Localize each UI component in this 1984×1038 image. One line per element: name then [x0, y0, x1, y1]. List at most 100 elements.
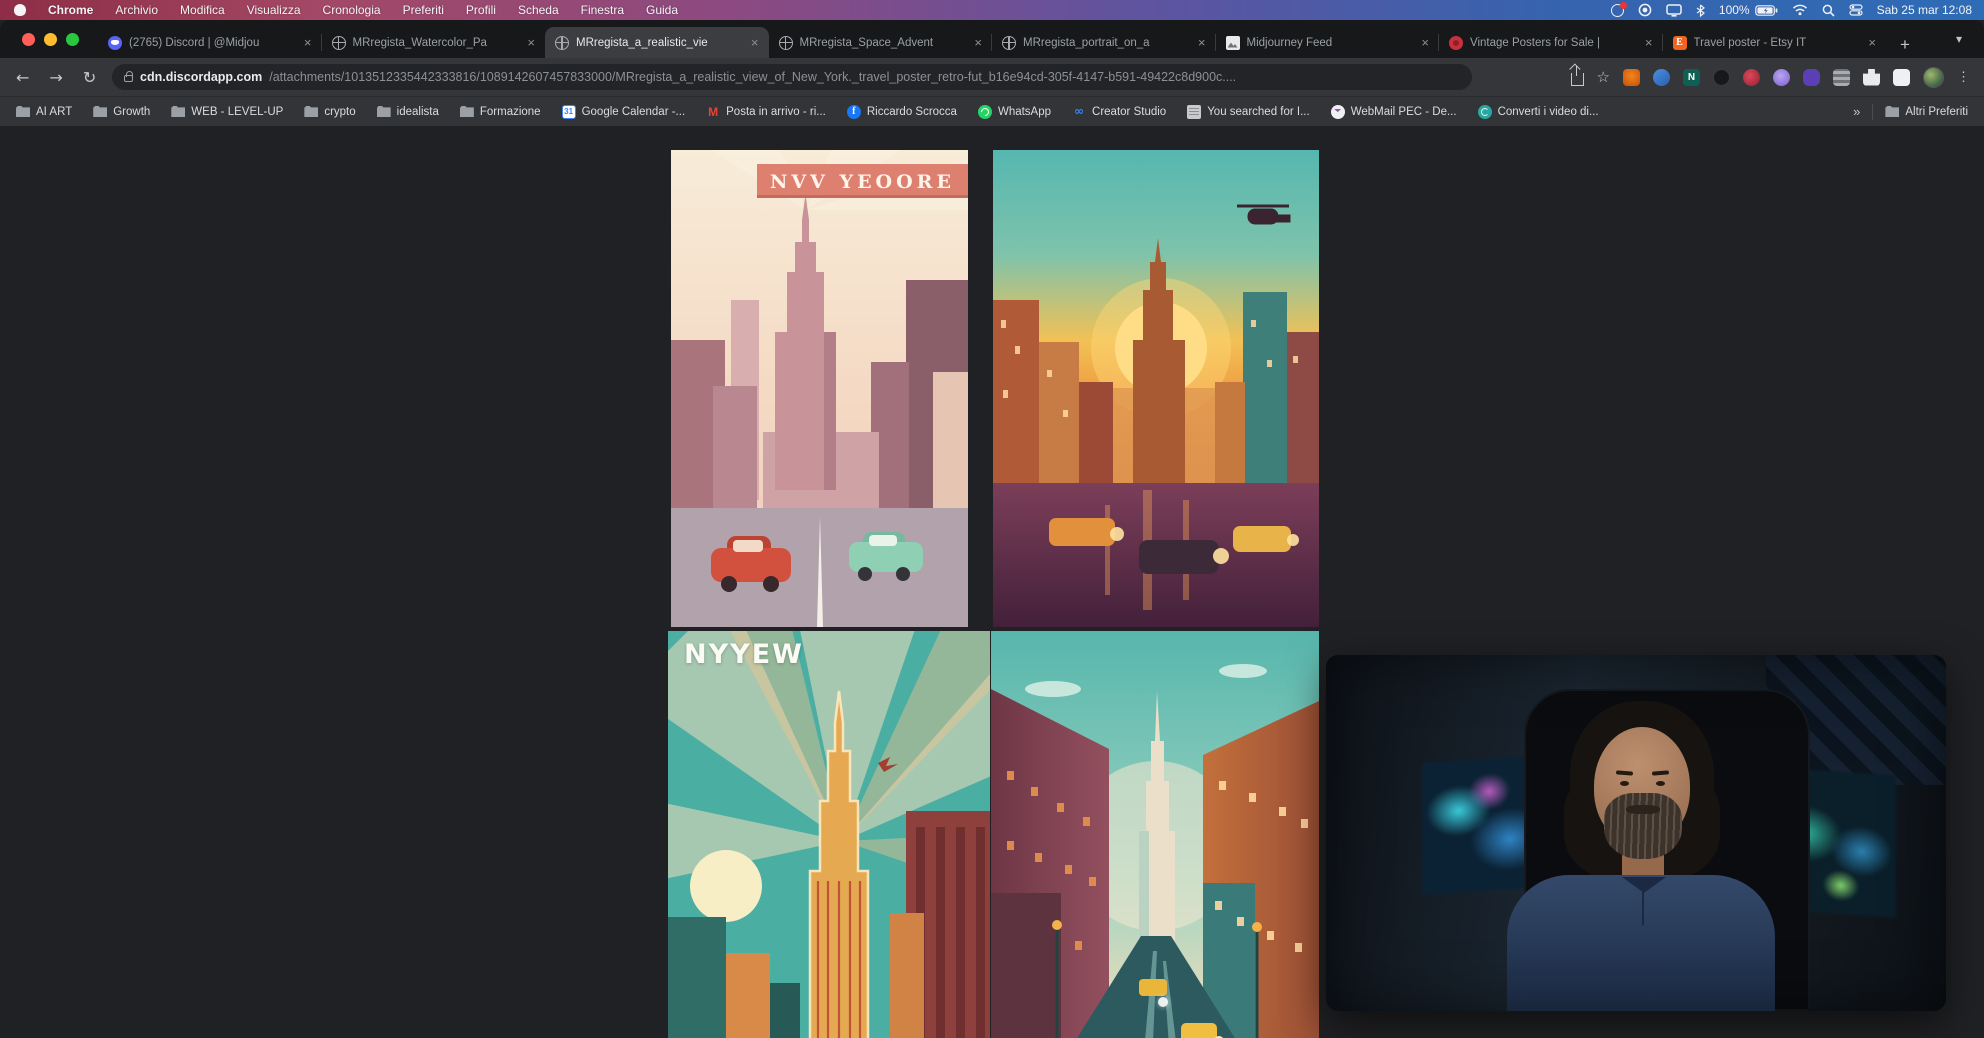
red-favicon: [1449, 36, 1463, 50]
bookmark-folder-web-level-up[interactable]: WEB - LEVEL-UP: [171, 106, 283, 118]
bookmarks-bar: AI ART Growth WEB - LEVEL-UP crypto idea…: [0, 96, 1984, 126]
purple-blob-extension-icon[interactable]: [1803, 69, 1820, 86]
bookmark-google-calendar[interactable]: 31 Google Calendar -...: [562, 105, 686, 119]
minimize-window-button[interactable]: [44, 33, 57, 46]
folder-icon: [1885, 106, 1899, 117]
bookmark-folder-ai-art[interactable]: AI ART: [16, 106, 72, 118]
menu-item-cronologia[interactable]: Cronologia: [323, 3, 381, 17]
bookmarks-overflow-chevron[interactable]: »: [1853, 104, 1860, 119]
chrome-menu-icon[interactable]: ⋮: [1957, 69, 1970, 85]
bookmark-facebook[interactable]: fRiccardo Scrocca: [847, 105, 957, 119]
metamask-extension-icon[interactable]: [1623, 69, 1640, 86]
blue-extension-icon[interactable]: [1653, 69, 1670, 86]
bluetooth-icon[interactable]: [1696, 4, 1705, 17]
menu-item-finestra[interactable]: Finestra: [581, 3, 624, 17]
bookmark-folder-idealista[interactable]: idealista: [377, 106, 439, 118]
close-window-button[interactable]: [22, 33, 35, 46]
apple-icon[interactable]: [14, 4, 26, 16]
tab-label: MRregista_Watercolor_Pa: [353, 37, 521, 49]
menu-item-scheda[interactable]: Scheda: [518, 3, 559, 17]
tab-portrait[interactable]: MRregista_portrait_on_a ×: [992, 27, 1216, 58]
address-bar[interactable]: cdn.discordapp.com /attachments/10135123…: [112, 64, 1472, 90]
panel-extension-icon[interactable]: [1893, 69, 1910, 86]
bookmark-whatsapp[interactable]: WhatsApp: [978, 105, 1051, 119]
dark-extension-icon[interactable]: [1713, 69, 1730, 86]
close-tab-icon[interactable]: ×: [304, 36, 312, 49]
menu-item-chrome[interactable]: Chrome: [48, 3, 93, 17]
spotlight-search-icon[interactable]: [1822, 4, 1835, 17]
menu-clock[interactable]: Sab 25 mar 12:08: [1877, 3, 1972, 17]
globe-favicon: [779, 36, 793, 50]
n-extension-icon[interactable]: N: [1683, 69, 1700, 86]
close-tab-icon[interactable]: ×: [1868, 36, 1876, 49]
extensions-puzzle-icon[interactable]: [1863, 69, 1880, 86]
key-extension-icon[interactable]: [1743, 69, 1760, 86]
bookmark-webmail-pec[interactable]: WebMail PEC - De...: [1331, 105, 1457, 119]
close-tab-icon[interactable]: ×: [527, 36, 535, 49]
poster-banner-title: NVV YEOORE: [759, 167, 966, 197]
menu-item-archivio[interactable]: Archivio: [115, 3, 158, 17]
profile-avatar[interactable]: [1923, 67, 1944, 88]
battery-status[interactable]: 100%: [1719, 3, 1778, 17]
bookmark-folder-crypto[interactable]: crypto: [304, 106, 355, 118]
new-tab-button[interactable]: +: [1892, 32, 1918, 58]
close-tab-icon[interactable]: ×: [1421, 36, 1429, 49]
window-controls: [22, 33, 79, 46]
bookmark-converti-video[interactable]: Converti i video di...: [1478, 105, 1599, 119]
screen-record-icon[interactable]: [1638, 3, 1652, 17]
wifi-icon[interactable]: [1792, 4, 1808, 16]
forward-button[interactable]: →: [49, 68, 62, 87]
bookmark-label: crypto: [324, 106, 355, 118]
bookmark-folder-growth[interactable]: Growth: [93, 106, 150, 118]
close-tab-icon[interactable]: ×: [1645, 36, 1653, 49]
etsy-favicon: E: [1673, 36, 1687, 50]
tab-space-adventure[interactable]: MRregista_Space_Advent ×: [769, 27, 993, 58]
other-bookmarks-folder[interactable]: Altri Preferiti: [1885, 106, 1968, 118]
bookmark-creator-studio[interactable]: ∞Creator Studio: [1072, 105, 1166, 119]
menu-item-visualizza[interactable]: Visualizza: [247, 3, 301, 17]
close-tab-icon[interactable]: ×: [1198, 36, 1206, 49]
grid-extension-icon[interactable]: [1833, 69, 1850, 86]
back-button[interactable]: ←: [16, 68, 29, 87]
mouse-cursor[interactable]: [1158, 997, 1168, 1007]
control-center-icon[interactable]: [1849, 4, 1863, 16]
bookmark-label: Formazione: [480, 106, 541, 118]
menu-item-preferiti[interactable]: Preferiti: [403, 3, 444, 17]
bookmark-folder-formazione[interactable]: Formazione: [460, 106, 541, 118]
google-calendar-icon: 31: [562, 105, 576, 119]
lock-icon[interactable]: [124, 75, 133, 82]
poster-top-right: [993, 150, 1319, 627]
tab-discord[interactable]: (2765) Discord | @Midjou ×: [98, 27, 322, 58]
bookmark-label: Converti i video di...: [1498, 106, 1599, 118]
tab-etsy[interactable]: E Travel poster - Etsy IT ×: [1663, 27, 1887, 58]
bookmark-label: idealista: [397, 106, 439, 118]
bookmark-star-icon[interactable]: ☆: [1597, 70, 1610, 85]
midjourney-grid-image[interactable]: NVV YEOORE: [668, 150, 1319, 1038]
tab-midjourney-feed[interactable]: Midjourney Feed ×: [1216, 27, 1440, 58]
menu-item-guida[interactable]: Guida: [646, 3, 678, 17]
tab-watercolor[interactable]: MRregista_Watercolor_Pa ×: [322, 27, 546, 58]
zoom-window-button[interactable]: [66, 33, 79, 46]
purple-extension-icon[interactable]: [1773, 69, 1790, 86]
tab-realistic-view-active[interactable]: MRregista_a_realistic_vie ×: [545, 27, 769, 58]
display-icon[interactable]: [1666, 4, 1682, 17]
share-icon[interactable]: [1571, 73, 1584, 86]
tab-vintage-posters[interactable]: Vintage Posters for Sale | ×: [1439, 27, 1663, 58]
close-tab-icon[interactable]: ×: [751, 36, 759, 49]
divider: [1872, 104, 1873, 120]
webcam-overlay: [1326, 655, 1946, 1011]
tab-label: Vintage Posters for Sale |: [1470, 37, 1638, 49]
tab-search-chevron-icon[interactable]: ▾: [1956, 32, 1962, 46]
menu-item-profili[interactable]: Profili: [466, 3, 496, 17]
reload-button[interactable]: ↻: [83, 68, 96, 87]
bookmark-label: Google Calendar -...: [582, 106, 686, 118]
notification-app-icon[interactable]: [1611, 4, 1624, 17]
bookmark-you-searched[interactable]: You searched for I...: [1187, 105, 1310, 119]
close-tab-icon[interactable]: ×: [974, 36, 982, 49]
tab-label: (2765) Discord | @Midjou: [129, 37, 297, 49]
url-domain: cdn.discordapp.com: [140, 70, 262, 84]
menu-item-modifica[interactable]: Modifica: [180, 3, 225, 17]
presenter-beard: [1604, 793, 1682, 859]
meta-icon: ∞: [1072, 105, 1086, 119]
bookmark-gmail[interactable]: MPosta in arrivo - ri...: [706, 105, 826, 119]
